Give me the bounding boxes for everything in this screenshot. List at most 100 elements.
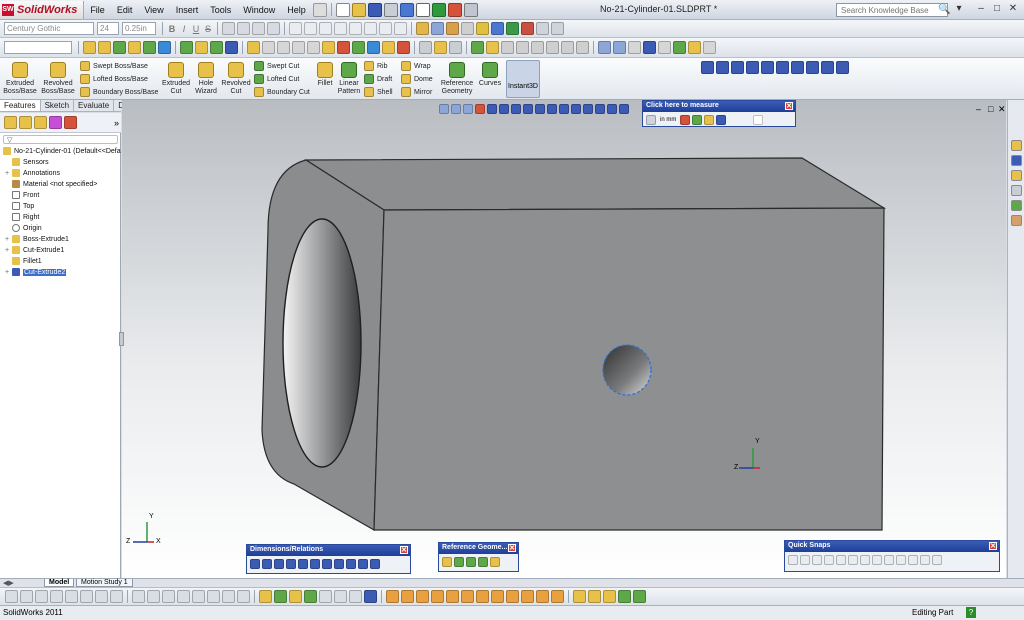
mate-reference-icon[interactable]	[490, 557, 500, 567]
sketch-tool-icon[interactable]	[322, 41, 335, 54]
viewport-minimize-button[interactable]: –	[976, 104, 981, 114]
feature-icon[interactable]	[319, 590, 332, 603]
tab-model[interactable]: Model	[44, 579, 75, 587]
lofted-boss-button[interactable]: Lofted Boss/Base	[80, 74, 148, 84]
revolved-boss-button[interactable]: Revolved Boss/Base	[41, 62, 75, 96]
assembly-icon[interactable]	[576, 41, 589, 54]
sheet-metal-icon[interactable]	[506, 590, 519, 603]
tree-item-origin[interactable]: Origin	[5, 224, 42, 232]
annotation-icon[interactable]	[162, 590, 175, 603]
view-icon[interactable]	[731, 61, 744, 74]
view-icon[interactable]	[394, 22, 407, 35]
assembly-icon[interactable]	[531, 41, 544, 54]
drawing-icon[interactable]	[65, 590, 78, 603]
curve-icon[interactable]	[210, 41, 223, 54]
sheet-metal-icon[interactable]	[491, 590, 504, 603]
view-icon[interactable]	[776, 61, 789, 74]
previous-view-icon[interactable]	[463, 104, 473, 114]
assembly-icon[interactable]	[561, 41, 574, 54]
graphics-area[interactable]: Y Z Y Z X Click here to measure ✕ in mm	[122, 100, 1006, 578]
view-icon[interactable]	[821, 61, 834, 74]
save-icon[interactable]	[367, 2, 382, 17]
view-orientation-icon[interactable]	[628, 41, 641, 54]
intersection-snap-icon[interactable]	[836, 555, 846, 565]
tree-item-front-plane[interactable]: Front	[5, 191, 39, 199]
pattern-icon[interactable]	[180, 41, 193, 54]
sheet-metal-icon[interactable]	[551, 590, 564, 603]
view-icon[interactable]	[836, 61, 849, 74]
expand-icon[interactable]: +	[5, 236, 11, 243]
coordinate-system-icon[interactable]	[466, 557, 476, 567]
assembly-icon[interactable]	[501, 41, 514, 54]
appearance-icon[interactable]	[673, 41, 686, 54]
font-dropdown[interactable]: Century Gothic	[4, 22, 94, 35]
extruded-cut-button[interactable]: Extruded Cut	[160, 62, 192, 96]
viewport-restore-button[interactable]: □	[988, 104, 993, 114]
zoom-to-area-icon[interactable]	[451, 104, 461, 114]
feature-icon[interactable]	[349, 590, 362, 603]
dimension-icon[interactable]	[310, 559, 320, 569]
restore-button[interactable]: □	[990, 3, 1004, 16]
tree-item-fillet1[interactable]: Fillet1	[5, 257, 42, 265]
tree-item-boss-extrude1[interactable]: + Boss-Extrude1	[5, 235, 69, 243]
menu-insert[interactable]: Insert	[170, 5, 205, 15]
open-icon[interactable]	[351, 2, 366, 17]
configurationmanager-icon[interactable]	[34, 116, 47, 129]
sketch-tool-icon[interactable]	[397, 41, 410, 54]
drawing-icon[interactable]	[20, 590, 33, 603]
dimension-icon[interactable]	[298, 559, 308, 569]
sketch-tool-icon[interactable]	[337, 41, 350, 54]
sketch-icon[interactable]	[259, 590, 272, 603]
view-icon[interactable]	[607, 104, 617, 114]
plane-icon[interactable]	[442, 557, 452, 567]
nearest-snap-icon[interactable]	[848, 555, 858, 565]
new-document-icon[interactable]	[335, 2, 350, 17]
curve-icon[interactable]	[195, 41, 208, 54]
boundary-cut-button[interactable]: Boundary Cut	[254, 87, 310, 97]
sheet-metal-icon[interactable]	[446, 590, 459, 603]
weldment-icon[interactable]	[633, 590, 646, 603]
view-icon[interactable]	[523, 104, 533, 114]
design-library-icon[interactable]	[1010, 155, 1022, 166]
scroll-tabs-icon[interactable]: ◀▶	[3, 579, 14, 587]
units-toggle[interactable]: in mm	[660, 117, 676, 123]
sketch-tool-icon[interactable]	[352, 41, 365, 54]
pin-icon[interactable]	[312, 2, 327, 17]
relation-icon[interactable]	[334, 559, 344, 569]
feature-icon[interactable]	[304, 590, 317, 603]
menu-file[interactable]: File	[84, 5, 111, 15]
undo-icon[interactable]	[399, 2, 414, 17]
menu-view[interactable]: View	[138, 5, 169, 15]
selected-hole[interactable]	[602, 344, 652, 396]
sketch-icon[interactable]	[416, 22, 429, 35]
tab-features[interactable]: Features	[0, 100, 41, 111]
strikethrough-button[interactable]: S	[202, 24, 214, 34]
drawing-icon[interactable]	[95, 590, 108, 603]
swept-cut-button[interactable]: Swept Cut	[254, 61, 299, 71]
sheet-metal-icon[interactable]	[431, 590, 444, 603]
linear-pattern-button[interactable]: Linear Pattern	[336, 62, 362, 96]
drawing-icon[interactable]	[110, 590, 123, 603]
feature-icon[interactable]	[113, 41, 126, 54]
sketch-tool-icon[interactable]	[367, 41, 380, 54]
zoom-to-fit-icon[interactable]	[439, 104, 449, 114]
dimension-icon[interactable]	[286, 559, 296, 569]
quick-snaps-title[interactable]: Quick Snaps ✕	[785, 541, 999, 552]
view-icon[interactable]	[547, 104, 557, 114]
grid-snap-icon[interactable]	[920, 555, 930, 565]
propertymanager-icon[interactable]	[19, 116, 32, 129]
expand-icon[interactable]	[753, 115, 764, 125]
view-icon[interactable]	[511, 104, 521, 114]
view-icon[interactable]	[595, 104, 605, 114]
search-icon[interactable]: 🔍	[938, 4, 950, 15]
view-icon[interactable]	[583, 104, 593, 114]
view-icon[interactable]	[535, 104, 545, 114]
tool-icon[interactable]	[536, 22, 549, 35]
assembly-icon[interactable]	[546, 41, 559, 54]
italic-button[interactable]: I	[178, 24, 190, 34]
bold-button[interactable]: B	[166, 24, 178, 34]
menu-window[interactable]: Window	[237, 5, 281, 15]
sketch-tool-icon[interactable]	[292, 41, 305, 54]
section-view-icon[interactable]	[475, 104, 485, 114]
point-icon[interactable]	[692, 115, 703, 125]
